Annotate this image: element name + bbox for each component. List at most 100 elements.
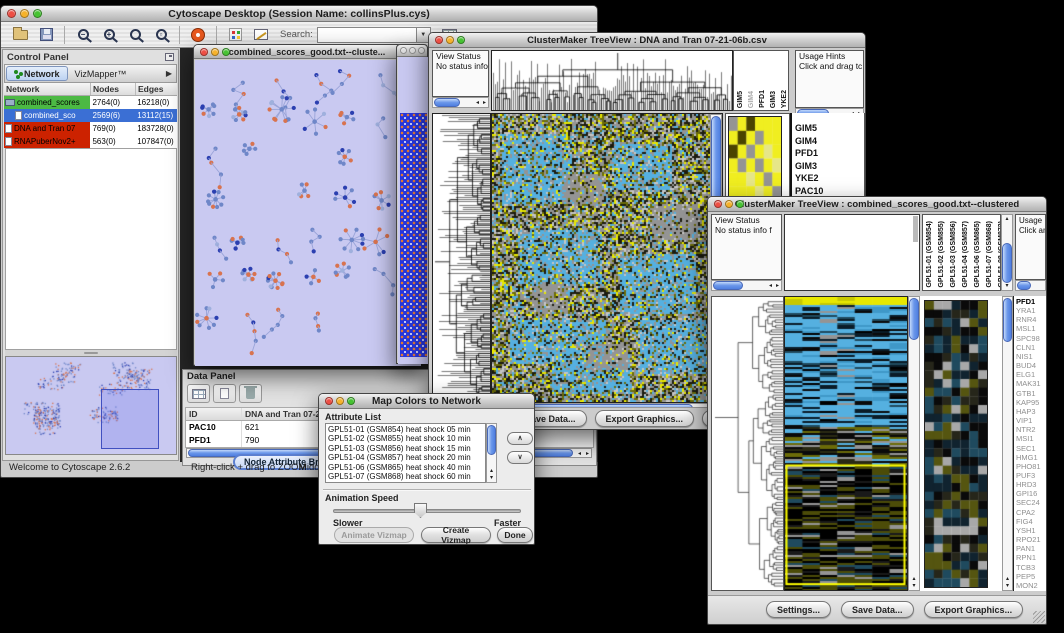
search-input[interactable] <box>317 27 417 43</box>
minimize-button[interactable] <box>409 47 416 54</box>
new-attribute-button[interactable] <box>213 384 236 403</box>
scroll-up-arrow[interactable]: ▴ <box>1002 216 1012 222</box>
grid-window-title-bar[interactable] <box>397 45 427 57</box>
tv2-gene-label[interactable]: TCB3 <box>1016 563 1046 572</box>
close-button[interactable] <box>325 397 333 405</box>
tv1-action-button[interactable]: Export Graphics... <box>595 410 695 427</box>
close-button[interactable] <box>400 47 407 54</box>
tv1-gene-label[interactable]: PFD1 <box>795 147 864 160</box>
mini-scroll-sliver[interactable] <box>913 216 918 242</box>
close-button[interactable] <box>200 48 208 56</box>
tv2-gene-label[interactable]: RPN1 <box>1016 553 1046 562</box>
scroll-left-arrow[interactable]: ◂ <box>476 98 479 107</box>
zoom-window-button[interactable] <box>347 397 355 405</box>
tv2-gene-label[interactable]: GPI16 <box>1016 489 1046 498</box>
tv2-gene-label[interactable]: MON2 <box>1016 581 1046 590</box>
scroll-up-arrow[interactable]: ▴ <box>1003 576 1012 582</box>
attribute-list-scrollbar[interactable]: ▴ ▾ <box>486 423 497 483</box>
minimize-button[interactable] <box>211 48 219 56</box>
create-vizmap-button[interactable]: Create Vizmap <box>421 527 491 543</box>
tv1-global-heatmap[interactable] <box>491 113 723 403</box>
tv2-gene-label[interactable]: YRA1 <box>1016 306 1046 315</box>
scroll-down-arrow[interactable]: ▾ <box>1002 283 1012 289</box>
tv2-gene-label[interactable]: PEP5 <box>1016 572 1046 581</box>
scroll-right-arrow[interactable]: ▸ <box>586 449 589 457</box>
tv2-genes-vscrollbar[interactable]: ▴ ▾ <box>1002 296 1013 591</box>
tv1-gene-label[interactable]: GIM4 <box>795 135 864 148</box>
tv1-gene-label[interactable]: GIM3 <box>795 160 864 173</box>
tv1-column-dendrogram[interactable] <box>491 50 733 111</box>
float-panel-icon[interactable] <box>165 53 174 61</box>
scroll-right-arrow[interactable]: ▸ <box>483 98 486 107</box>
scrollbar-thumb[interactable] <box>1003 298 1012 342</box>
minimize-button[interactable] <box>20 9 29 18</box>
open-session-button[interactable] <box>7 24 33 46</box>
scroll-left-arrow[interactable]: ◂ <box>769 281 772 290</box>
tv2-gene-label[interactable]: GTB1 <box>1016 389 1046 398</box>
zoom-window-button[interactable] <box>418 47 425 54</box>
tv2-action-button[interactable]: Save Data... <box>841 601 914 618</box>
network-overview-panel[interactable] <box>5 356 177 455</box>
minimize-button[interactable] <box>336 397 344 405</box>
tv2-gene-label[interactable]: KAP95 <box>1016 398 1046 407</box>
tv2-gene-label[interactable]: YSH1 <box>1016 526 1046 535</box>
network-table-row[interactable]: RNAPuberNov2+563(0)107847(0) <box>4 135 177 148</box>
tv2-gene-label[interactable]: BUD4 <box>1016 361 1046 370</box>
tv2-gene-label[interactable]: HRD3 <box>1016 480 1046 489</box>
tv2-gene-label[interactable]: CLN1 <box>1016 343 1046 352</box>
dialog-title-bar[interactable]: Map Colors to Network <box>319 394 534 409</box>
scroll-right-arrow[interactable]: ▸ <box>776 281 779 290</box>
annotation-button[interactable] <box>248 24 274 46</box>
scrollbar-thumb[interactable] <box>713 281 743 290</box>
treeview2-title-bar[interactable]: ClusterMaker TreeView : combined_scores_… <box>708 197 1046 212</box>
scrollbar-thumb[interactable] <box>909 298 919 340</box>
tv2-gene-label[interactable]: MAK31 <box>1016 379 1046 388</box>
attribute-list-item[interactable]: GPL51-03 (GSM856) heat shock 15 min <box>328 444 483 453</box>
tv2-gene-label[interactable]: PAN1 <box>1016 544 1046 553</box>
scroll-down-arrow[interactable]: ▾ <box>1003 583 1012 589</box>
tv2-gene-label[interactable]: NIS1 <box>1016 352 1046 361</box>
attribute-list[interactable]: GPL51-01 (GSM854) heat shock 05 minGPL51… <box>325 423 486 483</box>
minimize-button[interactable] <box>446 36 454 44</box>
slider-thumb[interactable] <box>414 503 427 518</box>
network-table-row[interactable]: combined_sco2569(6)13112(15) <box>4 109 177 122</box>
close-button[interactable] <box>714 200 722 208</box>
tab-vizmapper[interactable]: VizMapper™ <box>68 66 134 81</box>
tv2-hints-hscrollbar[interactable] <box>1015 280 1046 291</box>
move-down-button[interactable]: ∨ <box>507 451 533 464</box>
scrollbar-thumb[interactable] <box>1002 243 1012 283</box>
tv2-gene-label[interactable]: PUF3 <box>1016 471 1046 480</box>
tv2-gene-label[interactable]: SEC24 <box>1016 498 1046 507</box>
attribute-list-item[interactable]: GPL51-04 (GSM857) heat shock 20 min <box>328 453 483 462</box>
tv1-zoom-heatmap[interactable] <box>728 116 782 201</box>
network-table-row[interactable]: combined_scores2764(0)16218(0) <box>4 96 177 109</box>
network-tree-empty-area[interactable] <box>5 148 177 350</box>
scroll-up-arrow[interactable]: ▴ <box>487 468 496 474</box>
network-view-title-bar[interactable]: combined_scores_good.txt--cluste... <box>194 45 420 59</box>
move-up-button[interactable]: ∧ <box>507 432 533 445</box>
tv2-column-dendrogram[interactable] <box>784 214 920 291</box>
animate-vizmap-button[interactable]: Animate Vizmap <box>334 527 414 543</box>
scroll-down-arrow[interactable]: ▾ <box>909 583 919 589</box>
zoom-window-button[interactable] <box>457 36 465 44</box>
tv2-gene-label[interactable]: HAP3 <box>1016 407 1046 416</box>
scroll-left-arrow[interactable]: ◂ <box>578 449 581 457</box>
tv2-gene-label[interactable]: ELG1 <box>1016 370 1046 379</box>
tv1-row-dendrogram[interactable] <box>432 113 491 403</box>
zoom-fit-button[interactable] <box>122 24 148 46</box>
done-button[interactable]: Done <box>497 527 533 543</box>
attribute-list-item[interactable]: GPL51-02 (GSM855) heat shock 10 min <box>328 434 483 443</box>
tv2-labels-vscrollbar[interactable]: ▴ ▾ <box>1001 214 1013 291</box>
help-button[interactable] <box>185 24 211 46</box>
zoom-in-button[interactable]: + <box>96 24 122 46</box>
tv2-gene-label[interactable]: PFD1 <box>1016 297 1046 306</box>
zoom-window-button[interactable] <box>222 48 230 56</box>
tv2-gene-label[interactable]: PHO81 <box>1016 462 1046 471</box>
vizmapper-button[interactable] <box>222 24 248 46</box>
treeview1-title-bar[interactable]: ClusterMaker TreeView : DNA and Tran 07-… <box>429 33 865 48</box>
animation-speed-slider[interactable] <box>333 509 521 513</box>
tv2-action-button[interactable]: Export Graphics... <box>924 601 1024 618</box>
tab-network[interactable]: Network <box>6 66 68 81</box>
delete-attribute-button[interactable] <box>239 384 262 403</box>
tv1-status-hscrollbar[interactable]: ◂ ▸ <box>432 97 489 108</box>
